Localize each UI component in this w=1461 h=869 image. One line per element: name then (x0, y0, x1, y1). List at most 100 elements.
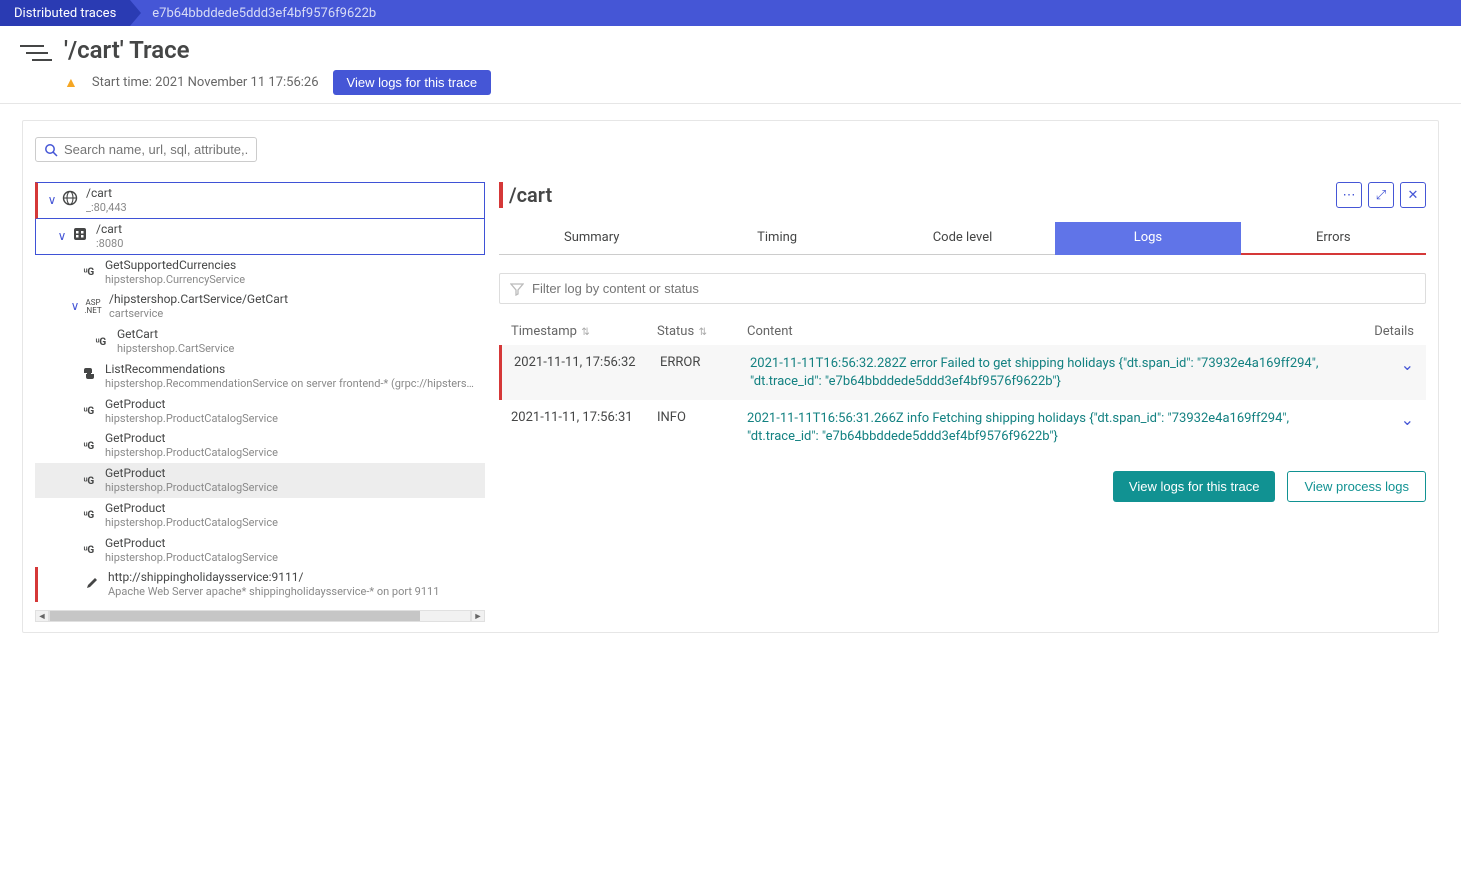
view-logs-trace-button[interactable]: View logs for this trace (1113, 471, 1276, 502)
span-service: hipstershop.RecommendationService on ser… (105, 377, 479, 391)
log-timestamp: 2021-11-11, 17:56:31 (511, 410, 657, 425)
span-name: GetProduct (105, 536, 479, 551)
chevron-down-icon[interactable]: ∨ (69, 299, 81, 314)
log-row[interactable]: 2021-11-11, 17:56:32ERROR2021-11-11T16:5… (499, 345, 1426, 400)
search-input[interactable] (58, 142, 248, 157)
span-node[interactable]: ᵘG GetSupportedCurrencieshipstershop.Curr… (35, 255, 485, 290)
tab-timing[interactable]: Timing (684, 222, 869, 255)
page-header: '/cart' Trace ▲ Start time: 2021 Novembe… (0, 26, 1461, 104)
span-node[interactable]: ᵘG GetProducthipstershop.ProductCatalogSe… (35, 533, 485, 568)
span-node[interactable]: http://shippingholidaysservice:9111/Apac… (35, 567, 485, 602)
span-service: hipstershop.ProductCatalogService (105, 446, 479, 460)
search-icon (44, 143, 58, 157)
filter-icon (510, 282, 524, 296)
tab-logs[interactable]: Logs (1055, 222, 1240, 255)
span-tech-icon (70, 226, 90, 246)
detail-title: /cart (509, 183, 1330, 207)
chevron-down-icon[interactable]: ∨ (56, 229, 68, 244)
page-title: '/cart' Trace (64, 36, 491, 64)
col-header-timestamp[interactable]: Timestamp ⇅ (511, 324, 657, 339)
scroll-left-icon[interactable]: ◄ (35, 610, 49, 622)
span-node[interactable]: ᵘG GetProducthipstershop.ProductCatalogSe… (35, 498, 485, 533)
more-actions-button[interactable]: ⋯ (1336, 182, 1362, 208)
log-filter[interactable] (499, 273, 1426, 304)
log-content: 2021-11-11T16:56:31.266Z info Fetching s… (747, 410, 1354, 445)
close-icon: ✕ (1408, 188, 1419, 203)
span-node[interactable]: ∨ASP.NET/hipstershop.CartService/GetCart… (35, 289, 485, 324)
span-name: GetProduct (105, 501, 479, 516)
view-logs-header-button[interactable]: View logs for this trace (333, 70, 492, 95)
detail-tabs: Summary Timing Code level Logs Errors (499, 222, 1426, 255)
span-tech-icon: ᵘG (79, 438, 99, 454)
span-service: hipstershop.CartService (117, 342, 479, 356)
log-status: ERROR (660, 355, 750, 370)
log-row[interactable]: 2021-11-11, 17:56:31INFO2021-11-11T16:56… (499, 400, 1426, 455)
span-node[interactable]: ᵘG GetProducthipstershop.ProductCatalogSe… (35, 394, 485, 429)
chevron-down-icon: ⌄ (1401, 410, 1414, 429)
span-node[interactable]: ᵘG GetProducthipstershop.ProductCatalogSe… (35, 428, 485, 463)
span-node[interactable]: ∨ /cart_:80,443 (35, 182, 485, 219)
span-name: http://shippingholidaysservice:9111/ (108, 570, 479, 585)
span-service: :8080 (96, 237, 478, 251)
span-tech-icon: ᵘG (79, 473, 99, 489)
log-table: Timestamp ⇅ Status ⇅ Content Details 202… (499, 318, 1426, 455)
tab-summary[interactable]: Summary (499, 222, 684, 255)
breadcrumb-trace-id[interactable]: e7b64bbddede5ddd3ef4bf9576f9622b (130, 0, 390, 26)
span-name: GetProduct (105, 431, 479, 446)
log-timestamp: 2021-11-11, 17:56:32 (514, 355, 660, 370)
span-service: hipstershop.ProductCatalogService (105, 481, 479, 495)
tab-errors[interactable]: Errors (1241, 222, 1426, 255)
sort-icon: ⇅ (696, 327, 707, 338)
log-expand-button[interactable]: ⌄ (1354, 355, 1414, 374)
span-service: _:80,443 (86, 201, 478, 215)
scroll-right-icon[interactable]: ► (471, 610, 485, 622)
tree-horizontal-scrollbar[interactable]: ◄ ► (35, 610, 485, 622)
span-service: hipstershop.ProductCatalogService (105, 551, 479, 565)
span-tech-icon: ᵘG (79, 403, 99, 419)
chevron-down-icon: ⌄ (1401, 355, 1414, 374)
chevron-down-icon[interactable]: ∨ (46, 193, 58, 208)
span-name: /cart (96, 222, 478, 237)
span-name: /hipstershop.CartService/GetCart (109, 292, 479, 307)
span-node[interactable]: ᵘGGetProducthipstershop.ProductCatalogSe… (35, 463, 485, 498)
view-process-logs-button[interactable]: View process logs (1287, 471, 1426, 502)
span-name: GetProduct (105, 397, 479, 412)
span-name: ListRecommendations (105, 362, 479, 377)
span-name: /cart (86, 186, 478, 201)
log-filter-input[interactable] (532, 281, 1415, 296)
span-tech-icon (79, 366, 99, 386)
span-service: Apache Web Server apache* shippingholida… (108, 585, 479, 599)
expand-icon: ⤢ (1376, 188, 1386, 203)
span-service: hipstershop.ProductCatalogService (105, 412, 479, 426)
span-tech-icon (60, 190, 80, 210)
main-panel: ∨/cart_:80,443∨/cart:8080ᵘGGetSupportedC… (22, 120, 1439, 633)
breadcrumb-root[interactable]: Distributed traces (0, 0, 130, 26)
close-button[interactable]: ✕ (1400, 182, 1426, 208)
detail-pane: /cart ⋯ ⤢ ✕ Summary Timing Code level Lo… (499, 182, 1426, 622)
span-tech-icon: ASP.NET (83, 299, 103, 315)
span-tree: ∨/cart_:80,443∨/cart:8080ᵘGGetSupportedC… (35, 182, 485, 622)
dots-icon: ⋯ (1343, 188, 1356, 203)
span-tech-icon: ᵘG (79, 264, 99, 280)
span-service: hipstershop.CurrencyService (105, 273, 479, 287)
span-service: hipstershop.ProductCatalogService (105, 516, 479, 530)
col-header-content: Content (747, 324, 1354, 339)
span-tech-icon (82, 576, 102, 594)
span-name: GetSupportedCurrencies (105, 258, 479, 273)
search-box[interactable] (35, 137, 257, 162)
span-tech-icon: ᵘG (79, 507, 99, 523)
span-service: cartservice (109, 307, 479, 321)
log-content: 2021-11-11T16:56:32.282Z error Failed to… (750, 355, 1354, 390)
log-expand-button[interactable]: ⌄ (1354, 410, 1414, 429)
span-node[interactable]: ∨ /cart:8080 (35, 219, 485, 255)
trace-icon (18, 42, 54, 64)
span-node[interactable]: ListRecommendationshipstershop.Recommend… (35, 359, 485, 394)
breadcrumb: Distributed traces e7b64bbddede5ddd3ef4b… (0, 0, 1461, 26)
col-header-status[interactable]: Status ⇅ (657, 324, 747, 339)
expand-button[interactable]: ⤢ (1368, 182, 1394, 208)
sort-icon: ⇅ (579, 327, 590, 338)
span-tech-icon: ᵘG (79, 542, 99, 558)
tab-code-level[interactable]: Code level (870, 222, 1055, 255)
warning-icon: ▲ (64, 74, 78, 91)
span-node[interactable]: ᵘGGetCarthipstershop.CartService (35, 324, 485, 359)
